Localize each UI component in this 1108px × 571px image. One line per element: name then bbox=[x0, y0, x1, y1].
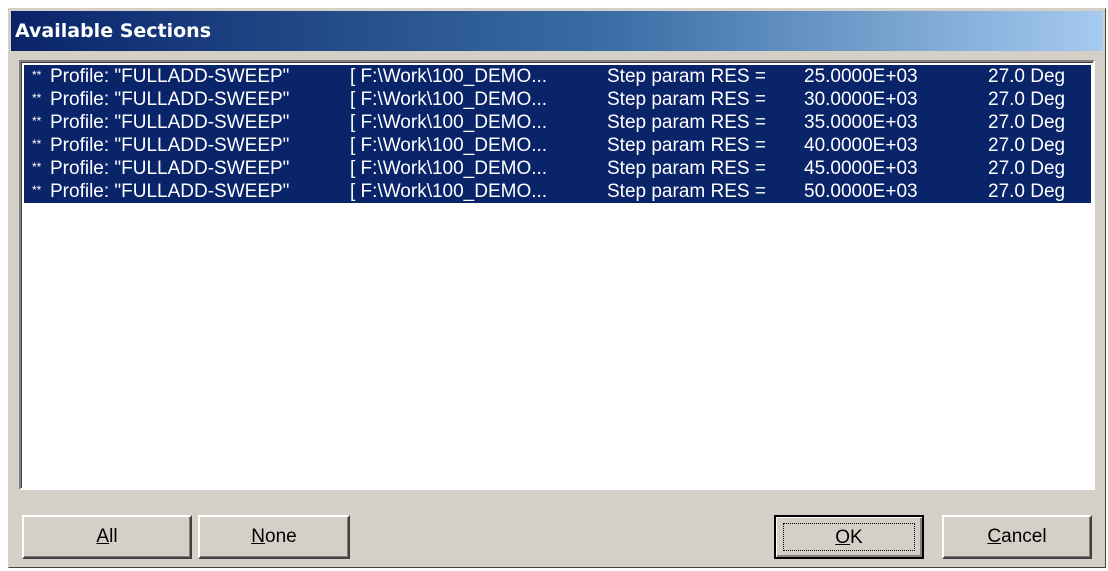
row-angle: 27.0 Deg bbox=[988, 89, 1066, 110]
row-prefix: ** bbox=[32, 91, 42, 105]
ok-button-mnemonic: O bbox=[835, 527, 851, 548]
row-step-label: Step param RES = bbox=[607, 135, 766, 156]
ok-button-focus-rect: OK bbox=[783, 523, 915, 551]
row-step-value: 30.0000E+03 bbox=[804, 89, 918, 110]
list-item[interactable]: ** Profile: "FULLADD-SWEEP" [ F:\Work\10… bbox=[24, 65, 1091, 88]
row-path: [ F:\Work\100_DEMO... bbox=[350, 66, 548, 87]
row-step-label: Step param RES = bbox=[607, 158, 766, 179]
ok-button-label: K bbox=[850, 527, 863, 548]
row-prefix: ** bbox=[32, 160, 42, 174]
row-step-value: 40.0000E+03 bbox=[804, 135, 918, 156]
row-profile: Profile: "FULLADD-SWEEP" bbox=[50, 112, 290, 133]
cancel-button-mnemonic: C bbox=[987, 526, 1002, 547]
row-angle: 27.0 Deg bbox=[988, 66, 1066, 87]
row-path: [ F:\Work\100_DEMO... bbox=[350, 181, 548, 202]
row-profile: Profile: "FULLADD-SWEEP" bbox=[50, 66, 290, 87]
row-profile: Profile: "FULLADD-SWEEP" bbox=[50, 135, 290, 156]
row-angle: 27.0 Deg bbox=[988, 112, 1066, 133]
available-sections-dialog: Available Sections ** Profile: "FULLADD-… bbox=[8, 8, 1106, 568]
row-angle: 27.0 Deg bbox=[988, 158, 1066, 179]
row-angle: 27.0 Deg bbox=[988, 135, 1066, 156]
row-step-value: 45.0000E+03 bbox=[804, 158, 918, 179]
list-item[interactable]: ** Profile: "FULLADD-SWEEP" [ F:\Work\10… bbox=[24, 157, 1091, 180]
none-button[interactable]: None bbox=[198, 515, 350, 559]
row-profile: Profile: "FULLADD-SWEEP" bbox=[50, 181, 290, 202]
row-profile: Profile: "FULLADD-SWEEP" bbox=[50, 89, 290, 110]
ok-button[interactable]: OK bbox=[774, 515, 924, 559]
list-item[interactable]: ** Profile: "FULLADD-SWEEP" [ F:\Work\10… bbox=[24, 111, 1091, 134]
all-button[interactable]: All bbox=[22, 515, 192, 559]
row-angle: 27.0 Deg bbox=[988, 181, 1066, 202]
row-path: [ F:\Work\100_DEMO... bbox=[350, 158, 548, 179]
sections-listbox[interactable]: ** Profile: "FULLADD-SWEEP" [ F:\Work\10… bbox=[19, 60, 1095, 490]
sections-list: ** Profile: "FULLADD-SWEEP" [ F:\Work\10… bbox=[24, 65, 1091, 203]
dialog-title: Available Sections bbox=[11, 11, 1103, 51]
none-button-label: one bbox=[265, 526, 297, 547]
row-step-label: Step param RES = bbox=[607, 66, 766, 87]
list-item[interactable]: ** Profile: "FULLADD-SWEEP" [ F:\Work\10… bbox=[24, 88, 1091, 111]
row-path: [ F:\Work\100_DEMO... bbox=[350, 112, 548, 133]
list-item[interactable]: ** Profile: "FULLADD-SWEEP" [ F:\Work\10… bbox=[24, 134, 1091, 157]
row-path: [ F:\Work\100_DEMO... bbox=[350, 89, 548, 110]
row-step-label: Step param RES = bbox=[607, 112, 766, 133]
none-button-mnemonic: N bbox=[251, 526, 266, 547]
all-button-label: ll bbox=[109, 526, 118, 547]
row-prefix: ** bbox=[32, 114, 42, 128]
row-step-label: Step param RES = bbox=[607, 181, 766, 202]
all-button-mnemonic: A bbox=[96, 526, 110, 547]
row-prefix: ** bbox=[32, 183, 42, 197]
row-step-value: 50.0000E+03 bbox=[804, 181, 918, 202]
row-prefix: ** bbox=[32, 137, 42, 151]
row-profile: Profile: "FULLADD-SWEEP" bbox=[50, 158, 290, 179]
cancel-button[interactable]: Cancel bbox=[942, 515, 1092, 559]
row-step-value: 25.0000E+03 bbox=[804, 66, 918, 87]
list-item[interactable]: ** Profile: "FULLADD-SWEEP" [ F:\Work\10… bbox=[24, 180, 1091, 203]
row-path: [ F:\Work\100_DEMO... bbox=[350, 135, 548, 156]
cancel-button-label: ancel bbox=[1001, 526, 1047, 547]
row-step-label: Step param RES = bbox=[607, 89, 766, 110]
row-step-value: 35.0000E+03 bbox=[804, 112, 918, 133]
row-prefix: ** bbox=[32, 68, 42, 82]
